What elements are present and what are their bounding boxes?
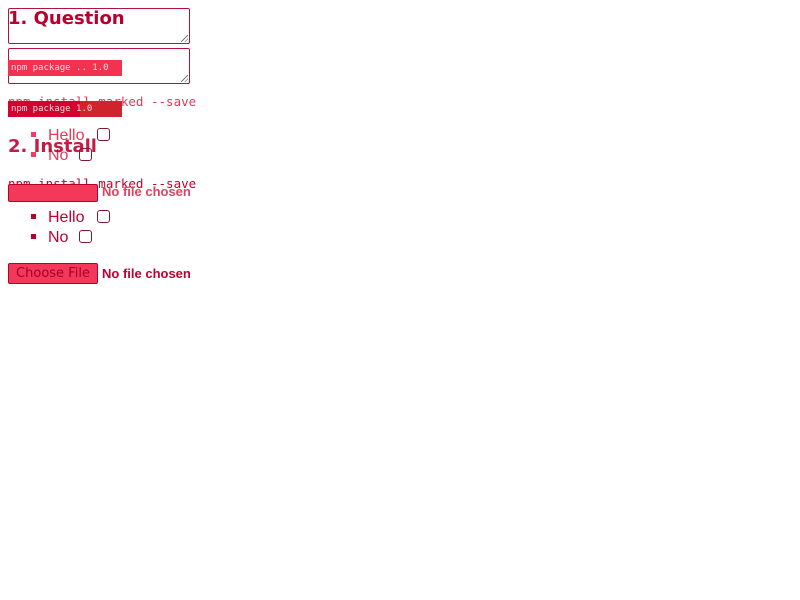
checkbox-no[interactable]	[79, 230, 92, 243]
package-tag: npm package .. 1.0	[8, 60, 122, 76]
list-bullet	[31, 234, 36, 239]
resize-grip-icon[interactable]	[181, 35, 188, 42]
file-status: No file chosen	[102, 266, 191, 281]
package-tag-red: npm package 1.0	[8, 101, 122, 117]
checkbox-hello[interactable]	[97, 210, 110, 223]
option-label-no: No	[48, 229, 69, 246]
section-heading-question: 1. Question	[8, 8, 125, 29]
file-status-ghost: No file chosen	[102, 184, 191, 199]
form-page: 1. Question npm package .. 1.0 npm insta…	[0, 0, 800, 600]
list-bullet	[31, 214, 36, 219]
choose-file-button[interactable]: Choose File	[8, 263, 98, 284]
resize-grip-icon[interactable]	[181, 75, 188, 82]
option-label-hello: Hello	[48, 209, 85, 226]
section-heading-install: 2. Install	[8, 136, 97, 157]
checkbox-hello-ghost[interactable]	[97, 128, 110, 141]
choose-file-button-ghost[interactable]	[8, 184, 98, 202]
